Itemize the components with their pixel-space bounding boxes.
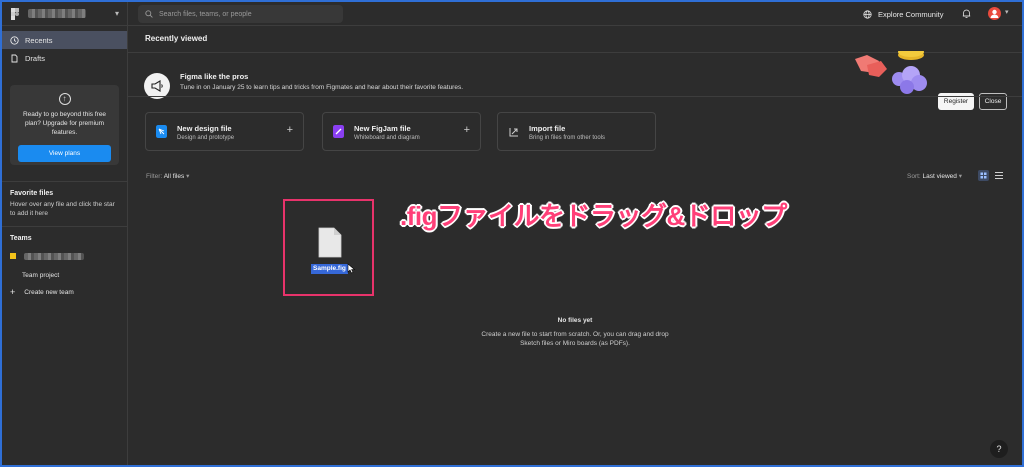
card-subtitle: Bring in files from other tools <box>529 135 606 141</box>
clock-icon <box>10 35 19 45</box>
user-icon <box>990 9 999 18</box>
banner-title: Figma like the pros <box>180 72 249 81</box>
filter-label: Filter: <box>146 173 163 180</box>
drag-drop-annotation: .figファイルをドラッグ&ドロップ <box>400 201 787 231</box>
avatar[interactable] <box>988 7 1001 20</box>
empty-state-text: Create a new file to start from scratch.… <box>481 331 669 347</box>
team-name-redacted <box>28 9 86 18</box>
sidebar-item-recents[interactable]: Recents <box>2 31 127 49</box>
divider <box>2 181 127 182</box>
favorites-hint: Hover over any file and click the star t… <box>10 201 115 217</box>
upgrade-icon: ↑ <box>58 93 71 105</box>
plus-icon: + <box>286 124 293 136</box>
plus-icon: + <box>10 287 16 297</box>
card-subtitle: Design and prototype <box>177 135 235 141</box>
card-title: Import file <box>529 124 566 133</box>
team-color-square <box>10 253 16 259</box>
dragged-file-highlight: Sample.fig <box>283 199 374 296</box>
list-view-icon[interactable] <box>994 171 1004 180</box>
empty-state-title: No files yet <box>557 317 593 324</box>
bell-icon[interactable] <box>962 8 971 19</box>
file-icon <box>10 54 19 63</box>
divider <box>2 226 127 227</box>
team-project-item[interactable]: Team project <box>2 268 127 282</box>
create-team-label: Create new team <box>24 288 74 296</box>
new-design-file-card[interactable]: New design file Design and prototype + <box>145 112 304 151</box>
grid-icon <box>980 172 987 179</box>
chevron-down-icon[interactable]: ▾ <box>1005 8 1009 16</box>
sidebar-item-label: Recents <box>25 35 53 45</box>
divider <box>128 96 1022 97</box>
chevron-down-icon: ▾ <box>186 173 190 180</box>
favorites-title: Favorite files <box>10 190 54 197</box>
explore-community-button[interactable]: Explore Community <box>863 2 943 26</box>
explore-label: Explore Community <box>878 9 944 19</box>
main-content: Recently viewed Figma like the pros Tune… <box>128 26 1022 465</box>
document-icon <box>318 227 342 258</box>
help-button[interactable]: ? <box>990 440 1008 458</box>
team-switcher[interactable]: ▾ <box>2 2 127 26</box>
figjam-file-icon <box>333 125 344 138</box>
new-figjam-file-card[interactable]: New FigJam file Whiteboard and diagram + <box>322 112 481 151</box>
import-file-card[interactable]: Import file Bring in files from other to… <box>497 112 656 151</box>
chevron-down-icon: ▾ <box>958 173 962 180</box>
plus-icon: + <box>463 124 470 136</box>
sidebar-item-drafts[interactable]: Drafts <box>2 49 127 67</box>
search-placeholder: Search files, teams, or people <box>159 10 252 18</box>
upgrade-promo: ↑ Ready to go beyond this free plan? Upg… <box>10 85 119 165</box>
figma-logo-icon <box>11 7 19 20</box>
sort-label: Sort: <box>907 173 921 180</box>
promo-text: Ready to go beyond this free plan? Upgra… <box>22 111 107 136</box>
dragged-file-name[interactable]: Sample.fig <box>311 264 348 274</box>
filter-value: All files <box>163 173 185 180</box>
import-icon <box>509 128 518 137</box>
cursor-icon <box>347 263 356 274</box>
sidebar: ▾ Recents Drafts ↑ Ready to go beyond th… <box>2 2 128 465</box>
design-file-icon <box>156 125 167 138</box>
sort-value: Last viewed <box>922 173 957 180</box>
card-title: New design file <box>177 124 232 133</box>
search-icon <box>145 10 153 18</box>
sort-dropdown[interactable]: Sort: Last viewed ▾ <box>907 172 962 180</box>
view-plans-button[interactable]: View plans <box>18 145 111 162</box>
card-subtitle: Whiteboard and diagram <box>354 135 420 141</box>
top-bar: Search files, teams, or people Explore C… <box>128 2 1022 26</box>
search-input[interactable]: Search files, teams, or people <box>138 5 343 23</box>
teams-title: Teams <box>10 235 32 242</box>
chevron-down-icon[interactable]: ▾ <box>115 9 119 18</box>
grid-view-button[interactable] <box>978 170 989 181</box>
banner-subtitle: Tune in on January 25 to learn tips and … <box>180 84 464 91</box>
sidebar-item-label: Drafts <box>25 53 46 63</box>
filter-dropdown[interactable]: Filter: All files ▾ <box>146 172 189 180</box>
card-title: New FigJam file <box>354 124 411 133</box>
page-title: Recently viewed <box>145 34 208 43</box>
team-name-redacted <box>24 252 84 260</box>
banner-illustration <box>855 51 927 94</box>
globe-icon <box>863 9 872 19</box>
team-project-label: Team project <box>22 271 60 279</box>
team-item[interactable] <box>2 249 127 263</box>
create-team-item[interactable]: + Create new team <box>2 285 127 299</box>
